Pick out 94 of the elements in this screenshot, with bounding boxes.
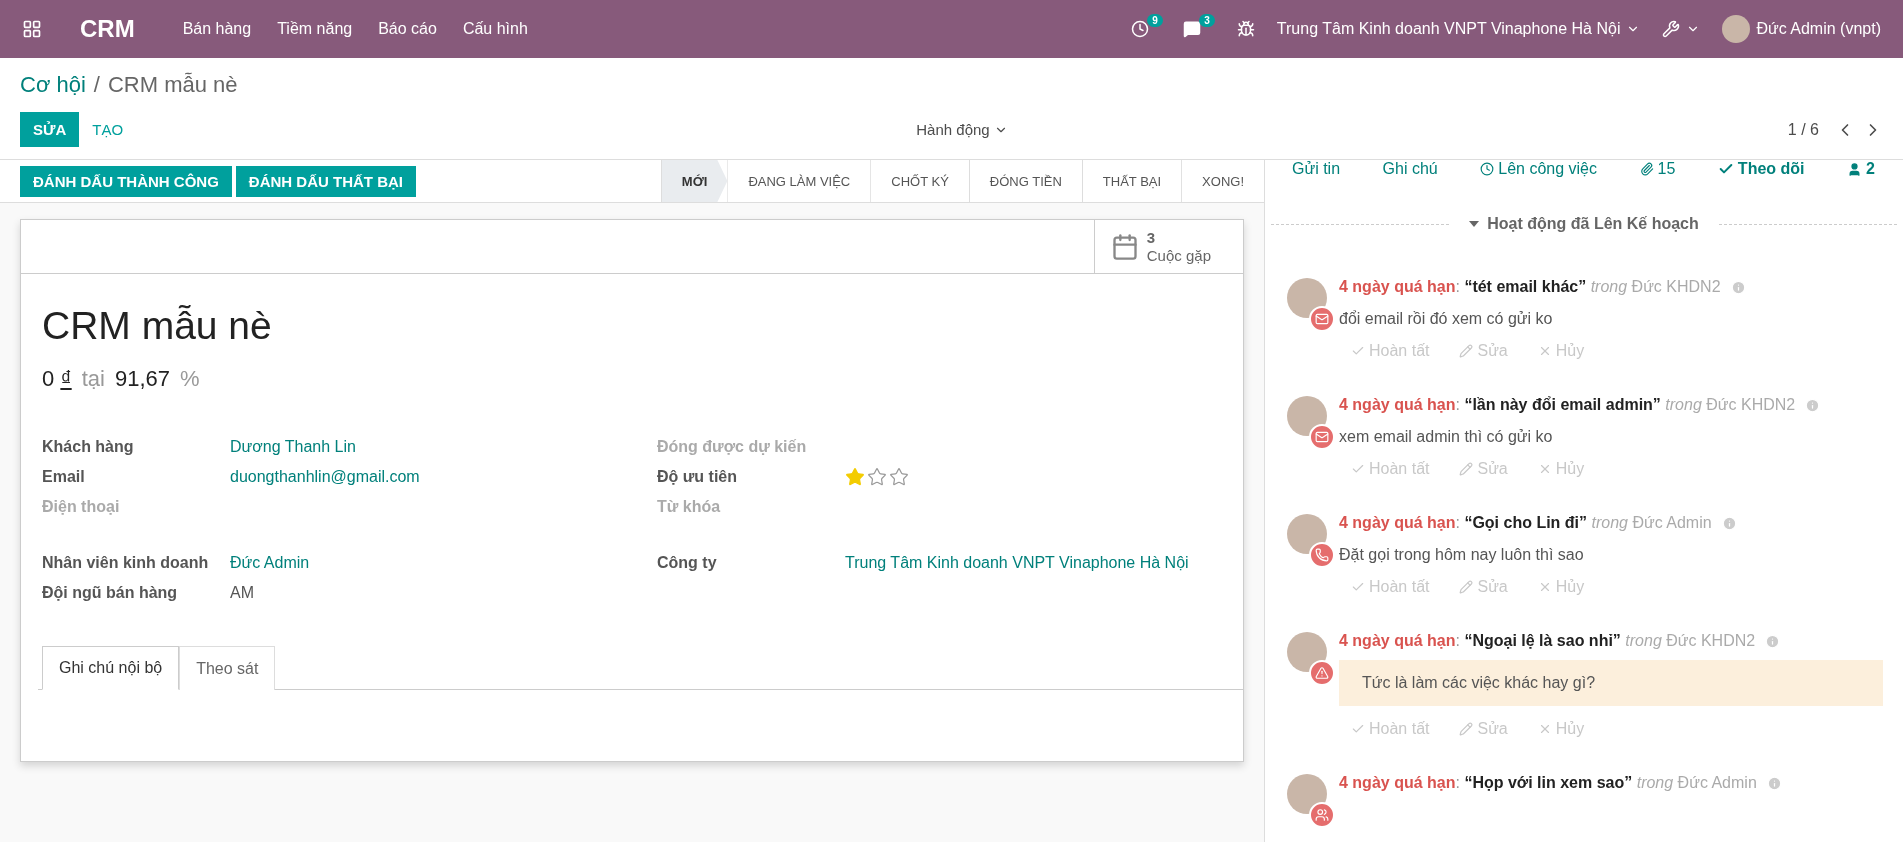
- activity-title: 4 ngày quá hạn: “Gọi cho Lin đi” trong Đức Admin: [1339, 514, 1712, 532]
- app-name: CRM: [80, 15, 135, 43]
- phone-icon: [1315, 548, 1329, 562]
- activity-title: 4 ngày quá hạn: “Họp với lin xem sao” trong Đức Admin: [1339, 774, 1757, 792]
- pencil-icon: [1459, 580, 1474, 594]
- field-label: Email: [42, 468, 86, 486]
- activity-note: Đặt gọi trong hôm nay luôn thì sao: [1339, 546, 1585, 564]
- mark-button[interactable]: ĐÁNH DẤU THẤT BẠI: [235, 165, 416, 197]
- notebook-tab[interactable]: Ghi chú nội bộ: [42, 646, 180, 690]
- warning-icon: [1315, 666, 1329, 680]
- person-icon: [1847, 161, 1863, 177]
- avatar: [1287, 632, 1327, 672]
- action-dropdown[interactable]: Hành động: [910, 120, 1014, 139]
- at-label: tại: [81, 366, 105, 392]
- message-count-badge: 3: [1199, 14, 1215, 27]
- info-icon[interactable]: [1730, 279, 1746, 295]
- pencil-icon: [1459, 462, 1474, 476]
- mark-button[interactable]: ĐÁNH DẤU THÀNH CÔNG: [20, 165, 232, 197]
- record-title: CRM mẫu nè: [42, 304, 273, 348]
- check-icon: [1351, 722, 1365, 736]
- stage-step[interactable]: MỚI: [660, 160, 728, 202]
- field-label: Độ ưu tiên: [657, 468, 739, 486]
- breadcrumb-current: CRM mẫu nè: [107, 72, 238, 98]
- nav-menu-item[interactable]: Bán hàng: [182, 20, 252, 38]
- activity-title: 4 ngày quá hạn: “Ngoại lệ là sao nhỉ” trong Đức KHDN2: [1339, 632, 1756, 650]
- field-label: Đóng được dự kiến: [657, 438, 808, 456]
- clock-icon[interactable]: [1130, 20, 1149, 38]
- check-icon: [1351, 462, 1365, 476]
- nav-menu-item[interactable]: Tiềm năng: [277, 20, 353, 38]
- paperclip-icon: [1639, 162, 1654, 176]
- field-label: Khách hàng: [42, 438, 135, 456]
- nav-menu-item[interactable]: Cấu hình: [462, 20, 528, 38]
- caret-icon: [1469, 221, 1480, 227]
- percent-sign: %: [180, 366, 200, 392]
- field-link[interactable]: Dương Thanh Lin: [230, 438, 356, 456]
- user-menu[interactable]: Đức Admin (vnpt): [1722, 15, 1881, 43]
- field-link[interactable]: Trung Tâm Kinh doanh VNPT Vinaphone Hà Nội: [845, 554, 1189, 572]
- info-icon[interactable]: [1765, 633, 1781, 649]
- revenue-amount: 0 ₫: [42, 366, 72, 392]
- notebook-tab[interactable]: Theo sát: [179, 646, 276, 690]
- probability-value: 91,67: [114, 366, 170, 392]
- follow-button[interactable]: Theo dõi: [1717, 160, 1805, 178]
- log-note-button[interactable]: Ghi chú: [1382, 160, 1438, 178]
- attachments-button[interactable]: 15: [1639, 160, 1676, 178]
- info-icon[interactable]: [1766, 775, 1782, 791]
- info-icon[interactable]: [1805, 397, 1821, 413]
- activity-note: xem email admin thì có gửi ko: [1339, 428, 1554, 446]
- field-value: AM: [230, 584, 254, 602]
- followers-button[interactable]: 2: [1847, 160, 1875, 178]
- field-label: Đội ngũ bán hàng: [42, 584, 179, 602]
- edit-button[interactable]: SỬA: [20, 112, 80, 147]
- avatar: [1287, 396, 1327, 436]
- send-message-button[interactable]: Gửi tin: [1292, 160, 1341, 178]
- info-icon[interactable]: [1721, 515, 1737, 531]
- user-avatar: [1722, 15, 1751, 43]
- field-label: Công ty: [657, 554, 718, 572]
- avatar: [1287, 514, 1327, 554]
- pencil-icon: [1459, 344, 1474, 358]
- empty-star-icon[interactable]: [889, 467, 909, 487]
- breadcrumb-separator: /: [93, 72, 100, 98]
- clock-icon: [1480, 162, 1495, 176]
- chat-icon[interactable]: [1182, 20, 1201, 38]
- people-icon: [1315, 808, 1329, 822]
- pencil-icon: [1459, 722, 1474, 736]
- pager-value: 1 / 6: [1787, 120, 1819, 139]
- check-icon: [1351, 580, 1365, 594]
- activity-title: 4 ngày quá hạn: “lần này đổi email admin” trong Đức KHDN2: [1339, 396, 1796, 414]
- avatar: [1287, 278, 1327, 318]
- field-label: Nhân viên kinh doanh: [42, 554, 210, 572]
- activity-note: đổi email rồi đó xem có gửi ko: [1339, 310, 1554, 328]
- field-label: Điện thoại: [42, 498, 121, 516]
- activity-title: 4 ngày quá hạn: “tét email khác” trong Đức KHDN2: [1339, 278, 1721, 296]
- avatar: [1287, 774, 1327, 814]
- envelope-icon: [1315, 312, 1329, 326]
- field-link[interactable]: Đức Admin: [230, 554, 310, 572]
- calendar-icon: [1110, 232, 1139, 261]
- empty-star-icon[interactable]: [867, 467, 887, 487]
- company-switcher[interactable]: Trung Tâm Kinh doanh VNPT Vinaphone Hà Nội: [1276, 20, 1641, 38]
- field-link[interactable]: duongthanhlin@gmail.com: [230, 468, 420, 486]
- field-label: Từ khóa: [657, 498, 722, 516]
- activity-count-badge: 9: [1147, 14, 1163, 27]
- apps-menu-icon[interactable]: [22, 19, 42, 39]
- schedule-activity-button[interactable]: Lên công việc: [1480, 160, 1597, 178]
- check-icon: [1351, 344, 1365, 358]
- activity-note: Tức là làm các việc khác hay gì?: [1339, 660, 1883, 706]
- create-button[interactable]: TẠO: [79, 112, 137, 147]
- envelope-icon: [1315, 430, 1329, 444]
- wrench-icon: [1662, 20, 1681, 38]
- breadcrumb-link[interactable]: Cơ hội: [20, 72, 86, 98]
- nav-menu-item[interactable]: Báo cáo: [378, 20, 437, 38]
- meetings-smart-button[interactable]: 3 Cuộc gặp: [1093, 220, 1243, 273]
- bug-icon[interactable]: [1236, 20, 1255, 38]
- activities-section-toggle[interactable]: Hoạt động đã Lên Kế hoạch: [1463, 214, 1705, 234]
- filled-star-icon[interactable]: [845, 467, 865, 487]
